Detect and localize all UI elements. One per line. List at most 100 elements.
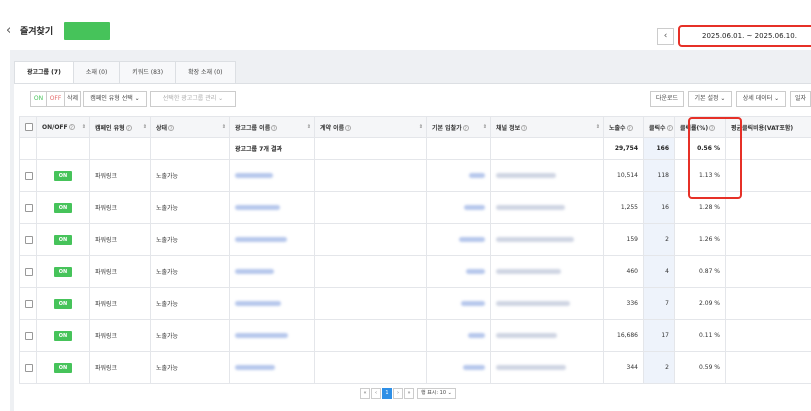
header-impressions[interactable]: 노출수? [603, 116, 644, 138]
base-bid-cell[interactable] [426, 191, 491, 224]
blurred-adgroup-name[interactable] [235, 173, 273, 178]
blurred-adgroup-name[interactable] [235, 301, 281, 306]
manage-selected-select[interactable]: 선택한 광고그룹 관리 ⌄ [150, 91, 236, 107]
last-page-button[interactable]: » [404, 388, 414, 399]
row-checkbox-cell[interactable] [19, 159, 37, 192]
on-toggle[interactable]: ON [54, 330, 72, 341]
base-bid-cell[interactable] [426, 351, 491, 384]
delete-button[interactable]: 삭제 [64, 91, 81, 107]
table-row[interactable]: ON 파워링크 노출가능 10,514 118 1.13 % [19, 159, 811, 192]
sort-icon[interactable]: ⇕ [596, 124, 600, 130]
row-checkbox[interactable] [25, 171, 33, 180]
prev-page-button[interactable]: ‹ [371, 388, 381, 399]
blurred-adgroup-name[interactable] [235, 237, 287, 242]
campaign-type-select[interactable]: 캠페인 유형 선택 ⌄ [83, 91, 147, 107]
blurred-adgroup-name[interactable] [235, 333, 288, 338]
chevron-left-icon[interactable]: ‹ [6, 24, 11, 38]
onoff-cell[interactable]: ON [36, 351, 90, 384]
row-checkbox-cell[interactable] [19, 351, 37, 384]
select-all-checkbox-cell[interactable] [19, 116, 37, 138]
blurred-bid[interactable] [468, 333, 485, 338]
page-1-button[interactable]: 1 [382, 388, 392, 399]
blurred-bid[interactable] [461, 301, 485, 306]
onoff-cell[interactable]: ON [36, 223, 90, 256]
blurred-adgroup-name[interactable] [235, 269, 274, 274]
header-ctr[interactable]: 클릭률(%)? [674, 116, 726, 138]
sort-icon[interactable]: ⇕ [419, 124, 423, 130]
row-checkbox[interactable] [25, 235, 33, 244]
sort-icon[interactable]: ⇕ [82, 124, 86, 130]
row-checkbox-cell[interactable] [19, 191, 37, 224]
off-button[interactable]: OFF [46, 91, 65, 107]
onoff-cell[interactable]: ON [36, 255, 90, 288]
blurred-adgroup-name[interactable] [235, 205, 280, 210]
table-row[interactable]: ON 파워링크 노출가능 159 2 1.26 % [19, 223, 811, 256]
date-breakdown-select[interactable]: 일자 [790, 91, 811, 107]
onoff-cell[interactable]: ON [36, 287, 90, 320]
tab-keyword[interactable]: 키워드 (83) [119, 61, 177, 83]
adgroup-name-cell[interactable] [229, 223, 315, 256]
row-checkbox-cell[interactable] [19, 287, 37, 320]
table-row[interactable]: ON 파워링크 노출가능 1,255 16 1.28 % [19, 191, 811, 224]
date-prev-button[interactable]: ‹ [657, 28, 674, 45]
tab-extension[interactable]: 확장 소재 (0) [175, 61, 236, 83]
adgroup-name-cell[interactable] [229, 191, 315, 224]
row-checkbox[interactable] [25, 203, 33, 212]
on-toggle[interactable]: ON [54, 170, 72, 181]
date-range-picker[interactable]: 2025.06.01. ~ 2025.06.10. [678, 25, 811, 47]
blurred-bid[interactable] [469, 173, 485, 178]
row-checkbox-cell[interactable] [19, 255, 37, 288]
onoff-cell[interactable]: ON [36, 319, 90, 352]
adgroup-name-cell[interactable] [229, 287, 315, 320]
next-page-button[interactable]: › [393, 388, 403, 399]
header-avg-cpc[interactable]: 평균클릭비용(VAT포함) [725, 116, 811, 138]
first-page-button[interactable]: « [360, 388, 370, 399]
header-adgroup-name[interactable]: 광고그룹 이름? ⇕ [229, 116, 315, 138]
adgroup-name-cell[interactable] [229, 351, 315, 384]
sort-icon[interactable]: ⇕ [222, 124, 226, 130]
row-checkbox[interactable] [25, 267, 33, 276]
on-toggle[interactable]: ON [54, 362, 72, 373]
base-bid-cell[interactable] [426, 287, 491, 320]
row-checkbox-cell[interactable] [19, 223, 37, 256]
base-bid-cell[interactable] [426, 159, 491, 192]
onoff-cell[interactable]: ON [36, 159, 90, 192]
blurred-bid[interactable] [466, 269, 485, 274]
header-clicks[interactable]: 클릭수? [643, 116, 675, 138]
row-checkbox[interactable] [25, 363, 33, 372]
on-button[interactable]: ON [30, 91, 47, 107]
base-bid-cell[interactable] [426, 223, 491, 256]
header-status[interactable]: 상태? ⇕ [150, 116, 230, 138]
download-button[interactable]: 다운로드 [650, 91, 684, 107]
adgroup-name-cell[interactable] [229, 159, 315, 192]
sort-icon[interactable]: ⇕ [143, 124, 147, 130]
adgroup-name-cell[interactable] [229, 319, 315, 352]
header-account-name[interactable]: 계약 이름? ⇕ [314, 116, 427, 138]
header-base-bid[interactable]: 기본 입찰가? ⇕ [426, 116, 491, 138]
adgroup-name-cell[interactable] [229, 255, 315, 288]
onoff-cell[interactable]: ON [36, 191, 90, 224]
tab-creative[interactable]: 소재 (0) [72, 61, 121, 83]
blurred-adgroup-name[interactable] [235, 365, 275, 370]
base-bid-cell[interactable] [426, 319, 491, 352]
rows-per-page-select[interactable]: 행 표시: 10 ⌄ [417, 388, 456, 399]
blurred-bid[interactable] [463, 365, 485, 370]
on-toggle[interactable]: ON [54, 234, 72, 245]
table-row[interactable]: ON 파워링크 노출가능 344 2 0.59 % [19, 351, 811, 384]
select-all-checkbox[interactable] [25, 123, 33, 131]
header-onoff[interactable]: ON/OFF? ⇕ [36, 116, 90, 138]
row-checkbox[interactable] [25, 299, 33, 308]
detail-data-select[interactable]: 상세 데이터 ⌄ [736, 91, 786, 107]
on-toggle[interactable]: ON [54, 266, 72, 277]
header-campaign-type[interactable]: 캠페인 유형? ⇕ [89, 116, 151, 138]
row-checkbox-cell[interactable] [19, 319, 37, 352]
base-bid-cell[interactable] [426, 255, 491, 288]
table-row[interactable]: ON 파워링크 노출가능 336 7 2.09 % [19, 287, 811, 320]
row-checkbox[interactable] [25, 331, 33, 340]
sort-icon[interactable]: ⇕ [307, 124, 311, 130]
on-toggle[interactable]: ON [54, 202, 72, 213]
default-settings-select[interactable]: 기본 설정 ⌄ [688, 91, 732, 107]
blurred-bid[interactable] [464, 205, 485, 210]
table-row[interactable]: ON 파워링크 노출가능 16,686 17 0.11 % [19, 319, 811, 352]
table-row[interactable]: ON 파워링크 노출가능 460 4 0.87 % [19, 255, 811, 288]
